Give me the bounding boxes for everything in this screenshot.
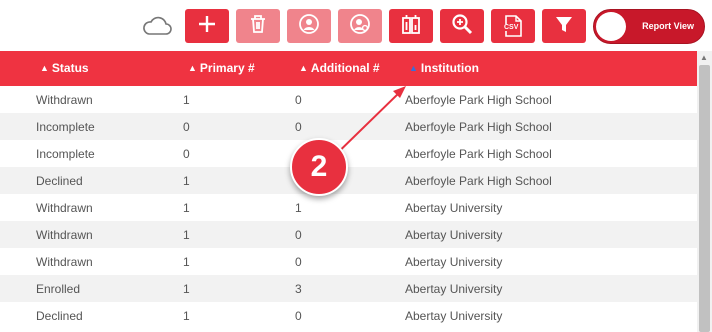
cell-status: Enrolled xyxy=(36,282,81,296)
cell-additional: 0 xyxy=(295,120,302,134)
table-row[interactable]: Withdrawn 1 0 Abertay University xyxy=(0,248,697,275)
user-settings-button[interactable] xyxy=(338,9,382,43)
add-button[interactable] xyxy=(185,9,229,43)
callout-number: 2 xyxy=(310,150,328,183)
table-row[interactable]: Incomplete 0 0 Aberfoyle Park High School xyxy=(0,113,697,140)
toolbar: CSV Report View xyxy=(0,0,712,50)
user-circle-icon xyxy=(298,13,320,40)
report-view-toggle[interactable]: Report View xyxy=(593,9,705,44)
cell-status: Withdrawn xyxy=(36,228,93,242)
cell-primary: 0 xyxy=(183,120,190,134)
cell-institution: Aberfoyle Park High School xyxy=(405,93,552,107)
zoom-in-icon xyxy=(451,13,473,40)
scroll-up-arrow-icon[interactable]: ▲ xyxy=(700,53,708,62)
cell-status: Incomplete xyxy=(36,120,95,134)
cell-institution: Abertay University xyxy=(405,309,503,323)
cell-institution: Abertay University xyxy=(405,228,503,242)
cell-primary: 1 xyxy=(183,282,190,296)
cell-status: Withdrawn xyxy=(36,93,93,107)
sort-icon: ▲︎ xyxy=(188,62,197,73)
cell-status: Incomplete xyxy=(36,147,95,161)
cell-primary: 1 xyxy=(183,201,190,215)
cell-institution: Abertay University xyxy=(405,201,503,215)
table-row[interactable]: Withdrawn 1 1 Abertay University xyxy=(0,194,697,221)
zoom-button[interactable] xyxy=(440,9,484,43)
sort-ascending-icon: ▲ xyxy=(409,63,418,73)
scroll-thumb[interactable] xyxy=(699,65,710,332)
cell-status: Declined xyxy=(36,174,83,188)
table-row[interactable]: Withdrawn 1 0 Abertay University xyxy=(0,221,697,248)
column-header-label: Additional # xyxy=(310,61,380,75)
cloud-icon xyxy=(141,15,173,42)
table-row[interactable]: Declined 1 0 Abertay University xyxy=(0,302,697,329)
cell-status: Withdrawn xyxy=(36,255,93,269)
cell-additional: 1 xyxy=(295,201,302,215)
csv-label: CSV xyxy=(503,24,520,31)
filter-button[interactable] xyxy=(542,9,586,43)
cell-institution: Abertay University xyxy=(405,282,503,296)
grid-header: ▲︎ Status ▲︎ Primary # ▲︎ Additional # ▲… xyxy=(0,51,697,86)
column-header-label: Institution xyxy=(420,61,479,75)
step-callout: 2 xyxy=(290,138,348,196)
user-button[interactable] xyxy=(287,9,331,43)
cell-institution: Aberfoyle Park High School xyxy=(405,120,552,134)
csv-icon: CSV xyxy=(502,14,524,38)
trash-icon xyxy=(249,14,267,39)
user-settings-icon xyxy=(349,13,371,40)
toggle-knob[interactable] xyxy=(596,12,626,41)
column-header-primary[interactable]: ▲︎ Primary # xyxy=(188,61,255,75)
cell-additional: 0 xyxy=(295,309,302,323)
column-header-status[interactable]: ▲︎ Status xyxy=(40,61,89,75)
cell-primary: 1 xyxy=(183,174,190,188)
cell-primary: 1 xyxy=(183,255,190,269)
delete-button[interactable] xyxy=(236,9,280,43)
sort-icon: ▲︎ xyxy=(40,62,49,73)
table-row[interactable]: Declined 1 Aberfoyle Park High School xyxy=(0,167,697,194)
filter-icon xyxy=(554,14,574,39)
report-icon xyxy=(400,13,422,40)
cell-additional: 0 xyxy=(295,93,302,107)
csv-export-button[interactable]: CSV xyxy=(491,9,535,43)
table-row[interactable]: Incomplete00Aberfoyle Park High School xyxy=(0,140,697,167)
cell-primary: 0 xyxy=(183,147,190,161)
cell-status: Withdrawn xyxy=(36,201,93,215)
sort-icon: ▲︎ xyxy=(299,62,308,73)
column-header-label: Primary # xyxy=(199,61,255,75)
cell-primary: 1 xyxy=(183,93,190,107)
vertical-scrollbar[interactable]: ▲ xyxy=(697,51,712,332)
cell-primary: 1 xyxy=(183,228,190,242)
table-row[interactable]: Enrolled 1 3 Abertay University xyxy=(0,275,697,302)
report-button[interactable] xyxy=(389,9,433,43)
cell-institution: Aberfoyle Park High School xyxy=(405,174,552,188)
report-view-label: Report View xyxy=(642,21,694,31)
cell-additional: 0 xyxy=(295,228,302,242)
column-header-label: Status xyxy=(51,61,89,75)
cell-institution: Abertay University xyxy=(405,255,503,269)
data-grid: ▲︎ Status ▲︎ Primary # ▲︎ Additional # ▲… xyxy=(0,51,697,332)
add-icon xyxy=(197,14,217,39)
cell-additional: 3 xyxy=(295,282,302,296)
table-row[interactable]: Withdrawn 1 0 Aberfoyle Park High School xyxy=(0,86,697,113)
cell-institution: Aberfoyle Park High School xyxy=(405,147,552,161)
cell-additional: 0 xyxy=(295,255,302,269)
cell-status: Declined xyxy=(36,309,83,323)
cell-primary: 1 xyxy=(183,309,190,323)
column-header-institution[interactable]: ▲ Institution xyxy=(409,61,479,75)
column-header-additional[interactable]: ▲︎ Additional # xyxy=(299,61,380,75)
